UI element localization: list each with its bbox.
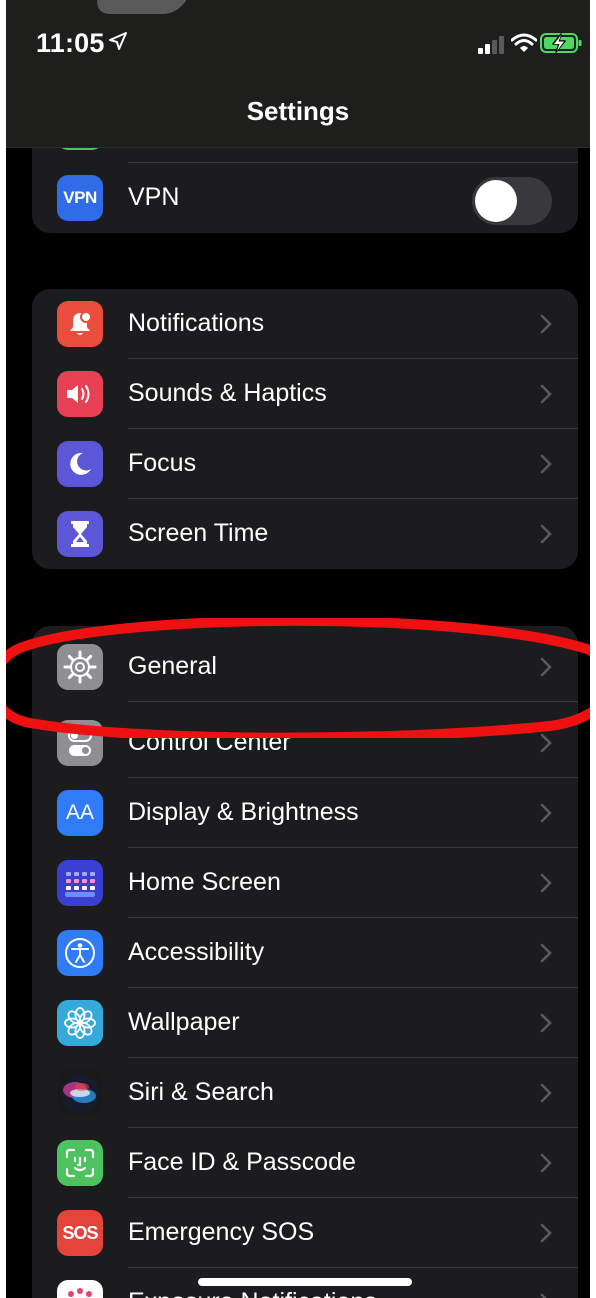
chevron-right-icon xyxy=(540,314,552,334)
status-bar: 11:05 xyxy=(0,0,596,72)
row-label: Notifications xyxy=(128,309,265,337)
home-indicator[interactable] xyxy=(198,1278,412,1286)
vpn-label: VPN xyxy=(128,183,180,211)
toggles-icon xyxy=(57,720,103,766)
row-label: Accessibility xyxy=(128,938,265,966)
text-size-icon: AA xyxy=(57,790,103,836)
row-label: Control Center xyxy=(128,728,291,756)
chevron-right-icon xyxy=(540,657,552,677)
vpn-toggle[interactable] xyxy=(472,177,552,225)
settings-row-emergency-sos[interactable]: SOS Emergency SOS xyxy=(32,1198,578,1268)
navigation-bar: Settings xyxy=(0,72,596,148)
row-label: Emergency SOS xyxy=(128,1218,315,1246)
chevron-right-icon xyxy=(540,1223,552,1243)
sos-icon-text: SOS xyxy=(62,1222,98,1243)
settings-row-screen-time[interactable]: Screen Time xyxy=(32,499,578,569)
battery-charging-icon xyxy=(540,33,582,53)
speaker-icon xyxy=(57,371,103,417)
settings-row-accessibility[interactable]: Accessibility xyxy=(32,918,578,988)
settings-row-home-screen[interactable]: Home Screen xyxy=(32,848,578,918)
flower-icon xyxy=(57,1000,103,1046)
row-label: Home Screen xyxy=(128,868,281,896)
settings-row-general[interactable]: General xyxy=(32,632,578,702)
sos-icon: SOS xyxy=(57,1210,103,1256)
chevron-right-icon xyxy=(540,1153,552,1173)
siri-icon xyxy=(57,1070,103,1116)
row-label: Exposure Notifications xyxy=(128,1288,377,1298)
row-label: General xyxy=(128,652,217,680)
settings-row-face-id[interactable]: Face ID & Passcode xyxy=(32,1128,578,1198)
bell-icon xyxy=(57,301,103,347)
exposure-icon xyxy=(57,1280,103,1298)
location-arrow-icon xyxy=(109,32,127,50)
settings-row-siri[interactable]: Siri & Search xyxy=(32,1058,578,1128)
cellular-signal-icon xyxy=(478,36,504,54)
chevron-right-icon xyxy=(540,1013,552,1033)
accessibility-icon xyxy=(57,930,103,976)
page-title: Settings xyxy=(246,96,350,126)
home-grid-icon xyxy=(57,860,103,906)
row-label: Face ID & Passcode xyxy=(128,1148,356,1176)
chevron-right-icon xyxy=(540,524,552,544)
row-separator xyxy=(128,701,578,702)
row-label: Display & Brightness xyxy=(128,798,359,826)
wifi-icon xyxy=(511,33,537,52)
row-label: Focus xyxy=(128,449,197,477)
vpn-icon-text: VPN xyxy=(63,188,97,207)
chevron-right-icon xyxy=(540,384,552,404)
chevron-right-icon xyxy=(540,873,552,893)
settings-row-wallpaper[interactable]: Wallpaper xyxy=(32,988,578,1058)
frame-edge-right xyxy=(590,0,596,1298)
settings-scroll-view[interactable]: VPN VPN Notifications Sounds & Haptics F… xyxy=(0,0,596,1298)
vpn-icon: VPN xyxy=(57,175,103,221)
moon-icon xyxy=(57,441,103,487)
toggle-knob xyxy=(475,180,517,222)
status-time: 11:05 xyxy=(36,28,105,58)
row-label: Screen Time xyxy=(128,519,269,547)
frame-edge-left xyxy=(0,0,6,1298)
general-group: General Control Center AA Display & Brig… xyxy=(32,626,578,1298)
chevron-right-icon xyxy=(540,943,552,963)
hourglass-icon xyxy=(57,511,103,557)
settings-row-notifications[interactable]: Notifications xyxy=(32,289,578,359)
row-label: Sounds & Haptics xyxy=(128,379,327,407)
vpn-row[interactable]: VPN VPN xyxy=(32,163,578,233)
chevron-right-icon xyxy=(540,1293,547,1298)
chevron-right-icon xyxy=(540,1083,552,1103)
chevron-right-icon xyxy=(540,733,552,753)
chevron-right-icon xyxy=(540,803,552,823)
settings-row-display[interactable]: AA Display & Brightness xyxy=(32,778,578,848)
settings-row-sounds[interactable]: Sounds & Haptics xyxy=(32,359,578,429)
settings-row-control-center[interactable]: Control Center xyxy=(32,708,578,778)
row-label: Siri & Search xyxy=(128,1078,274,1106)
row-label: Wallpaper xyxy=(128,1008,240,1036)
gear-icon xyxy=(57,644,103,690)
face-id-icon xyxy=(57,1140,103,1186)
chevron-right-icon xyxy=(540,454,552,474)
text-size-icon-text: AA xyxy=(65,801,94,824)
settings-row-focus[interactable]: Focus xyxy=(32,429,578,499)
notifications-group: Notifications Sounds & Haptics Focus Scr… xyxy=(32,289,578,569)
